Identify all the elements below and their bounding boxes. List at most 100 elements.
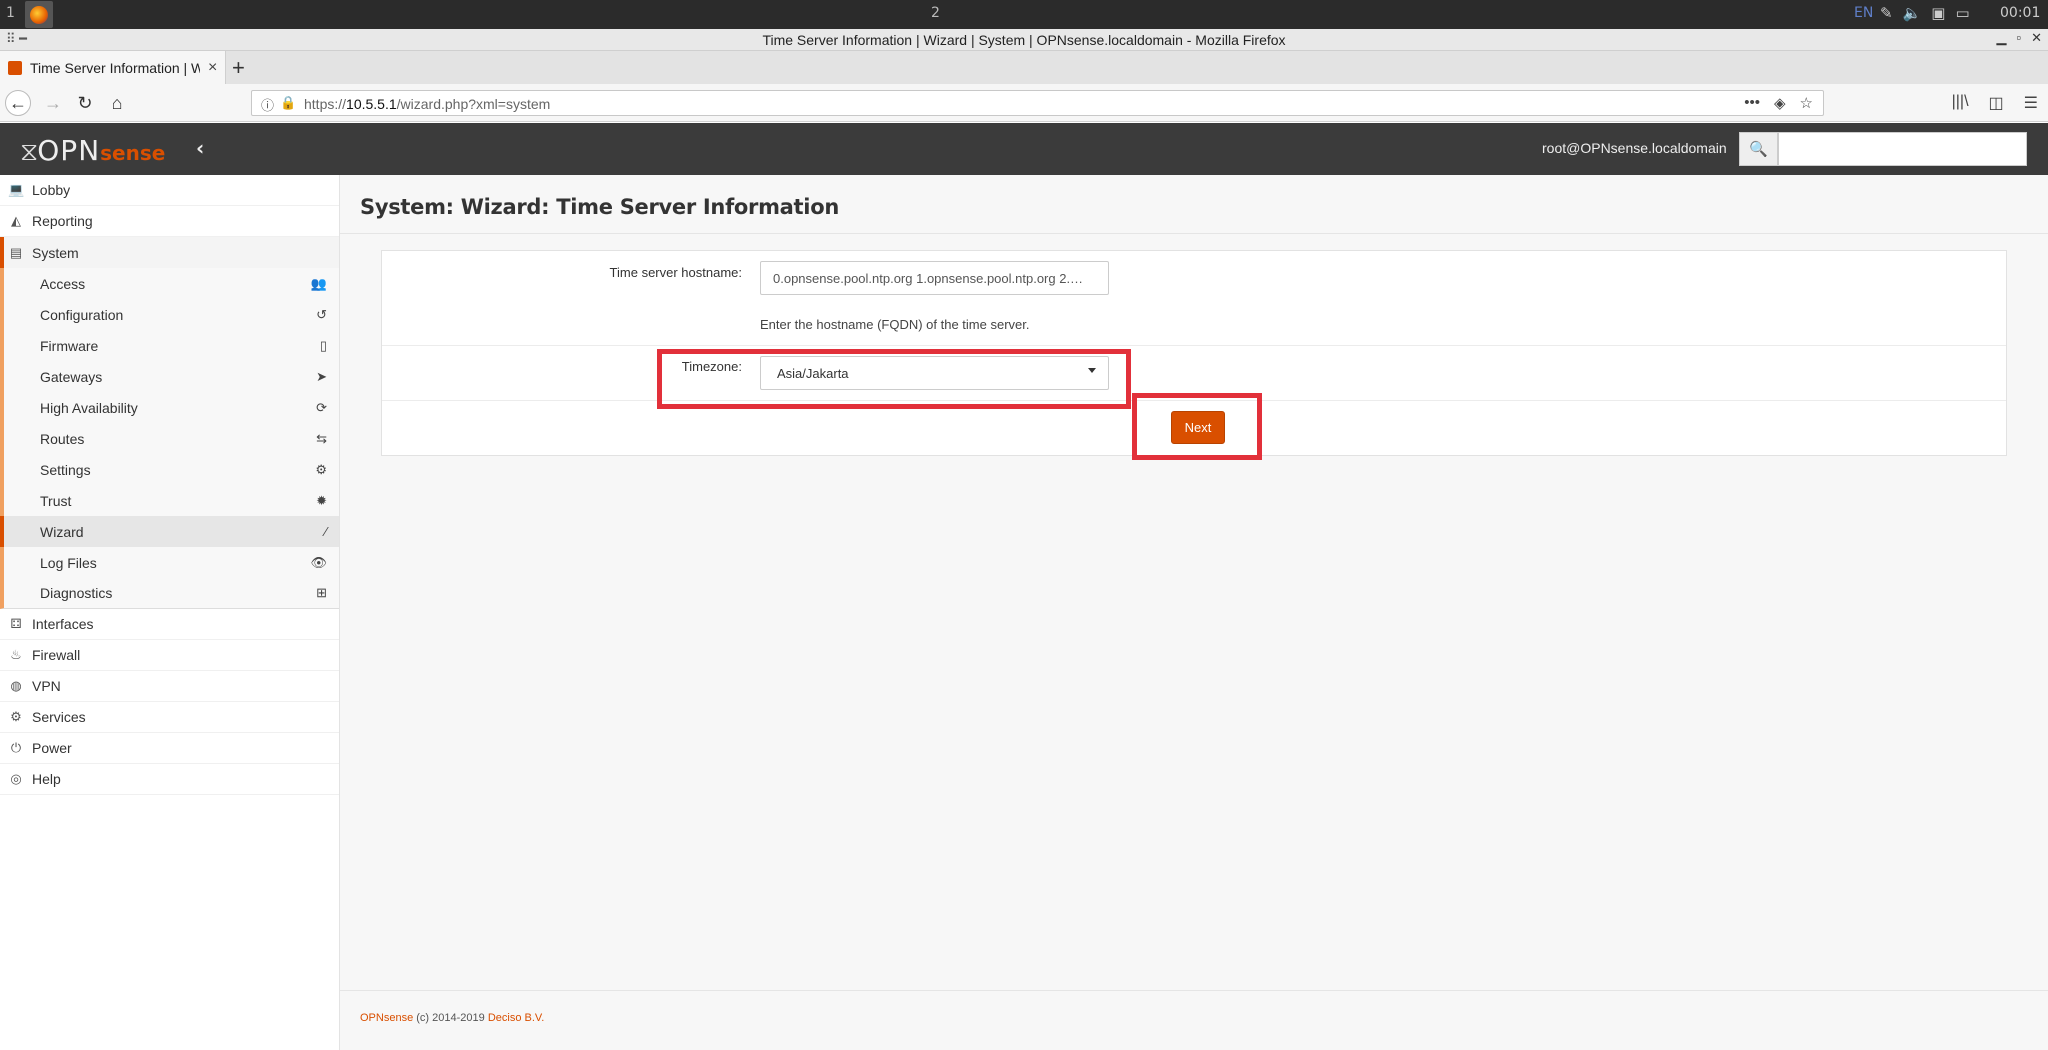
collapse-sidebar-chevron-icon[interactable]: ‹ (196, 136, 204, 160)
sidebar-subitem-gateways[interactable]: Gateways ➤ (0, 361, 339, 392)
history-icon: ↺ (316, 306, 327, 322)
sidebar-item-firewall[interactable]: ♨ Firewall (0, 640, 339, 671)
sidebar-subitem-high-availability[interactable]: High Availability ⟳ (0, 392, 339, 423)
hostname-input[interactable]: 0.opnsense.pool.ntp.org 1.opnsense.pool.… (760, 261, 1109, 295)
next-highlight-box (1132, 393, 1262, 460)
server-icon: ▤ (9, 244, 23, 260)
sidebar-subitem-configuration[interactable]: Configuration ↺ (0, 299, 339, 330)
url-actions: ••• ◈ ☆ (1744, 94, 1813, 112)
footer-copyright: (c) 2014-2019 (413, 1012, 488, 1024)
user-menu[interactable]: root@OPNsense.localdomain (1542, 140, 1727, 156)
refresh-icon: ⟳ (316, 399, 327, 415)
page-title: System: Wizard: Time Server Information (360, 195, 839, 219)
new-tab-button[interactable]: + (232, 55, 245, 81)
url-scheme: https:// (304, 96, 347, 112)
insecure-lock-icon[interactable]: 🔒 (280, 95, 296, 111)
bookmark-star-icon[interactable]: ☆ (1800, 94, 1813, 112)
medkit-icon: ⊞ (316, 585, 327, 600)
volume-icon[interactable]: 🔈 (1903, 4, 1922, 22)
sidebar-item-system[interactable]: ▤ System (0, 237, 339, 268)
sidebar-item-label: Reporting (32, 213, 93, 229)
area-chart-icon: ◭ (11, 213, 21, 228)
firefox-icon (30, 5, 48, 24)
toolbar-right: |||\ ◫ ☰ (1952, 93, 2038, 113)
search-input[interactable] (1778, 132, 2027, 166)
maximize-icon[interactable]: ▫ (2016, 30, 2021, 46)
library-icon[interactable]: |||\ (1952, 93, 1969, 113)
sidebar-subitem-wizard[interactable]: Wizard ⁄ (0, 516, 339, 547)
laptop-icon: 💻 (8, 182, 25, 197)
close-icon[interactable]: ✕ (2031, 30, 2042, 46)
sidebar-item-label: Diagnostics (40, 585, 113, 601)
sidebar-item-vpn[interactable]: ◍ VPN (0, 671, 339, 702)
cog-icon: ⚙ (10, 709, 22, 724)
url-bar[interactable]: ⓘ 🔒 https://10.5.5.1/wizard.php?xml=syst… (251, 90, 1824, 116)
hostname-row: Time server hostname: 0.opnsense.pool.nt… (382, 251, 2006, 346)
more-actions-icon[interactable]: ••• (1744, 94, 1760, 112)
clipboard-icon[interactable]: ▣ (1931, 4, 1945, 22)
network-icon[interactable]: ✎ (1880, 4, 1893, 22)
sidebar-subitem-diagnostics[interactable]: Diagnostics ⊞ (0, 578, 339, 609)
tab-close-icon[interactable]: × (208, 59, 217, 77)
footer: OPNsense (c) 2014-2019 Deciso B.V. (340, 990, 2048, 1050)
sidebar-item-help[interactable]: ◎ Help (0, 764, 339, 795)
footer-opnsense-link[interactable]: OPNsense (360, 1012, 413, 1024)
sidebar-item-label: Lobby (32, 182, 71, 198)
magic-icon: ⁄ (324, 524, 327, 539)
life-ring-icon: ◎ (10, 771, 22, 786)
footer-deciso-link[interactable]: Deciso B.V. (488, 1012, 544, 1024)
sidebar-item-power[interactable]: ⏻ Power (0, 733, 339, 764)
sidebar-item-services[interactable]: ⚙ Services (0, 702, 339, 733)
back-button[interactable]: ← (5, 90, 31, 116)
sidebar-item-label: Access (40, 275, 86, 292)
system-tray: ✎ 🔈 ▣ ▭ (1880, 4, 1970, 22)
sidebar-subitem-firmware[interactable]: Firmware ▯ (0, 330, 339, 361)
minimize-icon[interactable]: ▁ (1996, 30, 2006, 46)
browser-tabbar: Time Server Information | W × + (0, 51, 2048, 84)
firefox-taskbar-button[interactable] (25, 1, 53, 28)
workspace-1[interactable]: 1 (6, 5, 15, 21)
sidebar-item-reporting[interactable]: ◭ Reporting (0, 206, 339, 237)
sidebar-subitem-settings[interactable]: Settings ⚙ (0, 454, 339, 485)
reload-icon: ↻ (77, 92, 93, 113)
sidebar-item-label: Configuration (40, 306, 124, 323)
sidebar-item-label: Wizard (40, 523, 84, 540)
sidebar-subitem-routes[interactable]: Routes ⇆ (0, 423, 339, 454)
logo-sense: sense (100, 141, 166, 165)
sidebar-subitem-log-files[interactable]: Log Files 👁 (0, 547, 339, 578)
search-button[interactable]: 🔍 (1739, 132, 1778, 166)
opnsense-header: ⧖ OPN sense ‹ root@OPNsense.localdomain … (0, 123, 2048, 175)
sidebar-subitem-trust[interactable]: Trust ✹ (0, 485, 339, 516)
sidebar-item-label: Firewall (32, 647, 81, 663)
workspace-2[interactable]: 2 (931, 5, 940, 21)
opnsense-logo[interactable]: ⧖ OPN sense (20, 134, 165, 168)
keyboard-layout[interactable]: EN (1854, 5, 1873, 21)
sidebar-subitem-access[interactable]: Access 👥 (0, 268, 339, 299)
url-text[interactable]: https://10.5.5.1/wizard.php?xml=system (304, 96, 550, 112)
home-icon: ⌂ (111, 92, 123, 113)
window-titlebar: ⠿ ━ Time Server Information | Wizard | S… (0, 29, 2048, 51)
sidebar-item-label: Settings (40, 461, 91, 478)
footer-text: OPNsense (c) 2014-2019 Deciso B.V. (360, 1012, 544, 1024)
sidebar-item-lobby[interactable]: 💻 Lobby (0, 175, 339, 206)
tablet-icon: ▯ (319, 337, 327, 353)
map-signs-icon: ⇆ (316, 430, 327, 446)
users-icon: 👥 (310, 275, 327, 291)
battery-icon[interactable]: ▭ (1955, 4, 1969, 22)
reload-button[interactable]: ↻ (72, 90, 98, 116)
globe-icon: ◍ (10, 678, 22, 693)
sidebar-item-label: Power (32, 740, 72, 756)
sidebar-toggle-icon[interactable]: ◫ (1989, 93, 2004, 113)
browser-tab[interactable]: Time Server Information | W × (0, 51, 226, 84)
sidebar-item-interfaces[interactable]: ⚃ Interfaces (0, 609, 339, 640)
tab-title: Time Server Information | W (30, 59, 200, 76)
home-button[interactable]: ⌂ (104, 90, 130, 116)
forward-button[interactable]: → (40, 90, 66, 116)
arrow-right-icon: → (44, 92, 62, 113)
fire-icon: ♨ (10, 647, 22, 662)
sidebar-item-label: Gateways (40, 368, 103, 385)
info-icon[interactable]: ⓘ (261, 95, 274, 114)
hamburger-menu-icon[interactable]: ☰ (2024, 93, 2038, 113)
sidebar-item-label: VPN (32, 678, 61, 694)
pocket-icon[interactable]: ◈ (1774, 94, 1786, 112)
